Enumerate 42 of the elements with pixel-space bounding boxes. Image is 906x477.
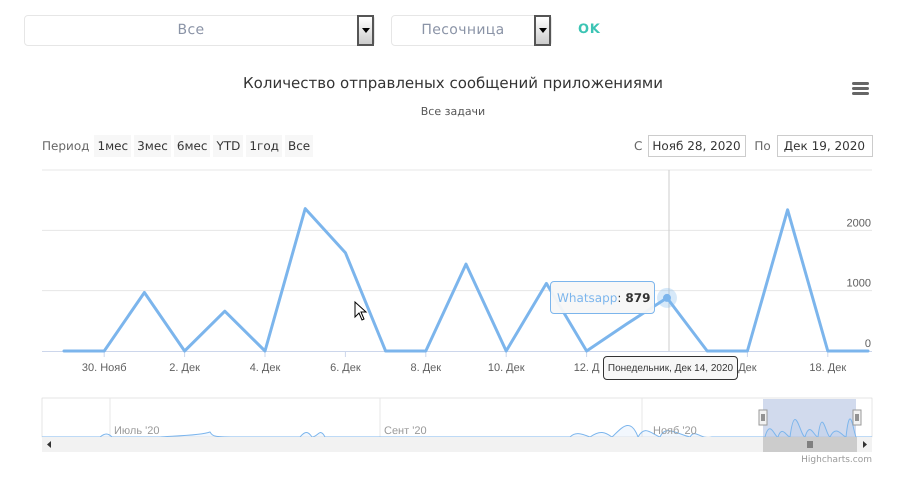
- dropdown-value: Все: [176, 20, 206, 40]
- date-tooltip: Понедельник, Дек 14, 2020: [603, 356, 738, 380]
- axis-label: 4. Дек: [250, 362, 280, 374]
- range-button[interactable]: 1мес: [94, 135, 132, 157]
- navigator-label: Сент '20: [384, 425, 427, 437]
- axis-label: 10. Дек: [488, 362, 525, 374]
- date-input[interactable]: Нояб 28, 2020: [648, 135, 746, 157]
- menu-icon[interactable]: [852, 82, 869, 95]
- separator: :: [617, 290, 622, 306]
- tooltip-value: 879: [625, 290, 650, 306]
- dropdown-value: Песочница: [420, 20, 506, 40]
- grip-icon: [808, 440, 812, 448]
- to-label: По: [754, 138, 771, 155]
- scrollbar-thumb[interactable]: [763, 437, 857, 452]
- axis-label: 30. Нояб: [82, 362, 127, 374]
- axis-label: Дек: [738, 362, 757, 374]
- series-name: Whatsapp: [557, 290, 618, 306]
- hover-point-marker: [657, 288, 677, 308]
- axis-label: 6. Дек: [330, 362, 361, 374]
- navigator-handle[interactable]: [852, 410, 862, 426]
- range-button[interactable]: 3мес: [134, 135, 171, 157]
- scroll-left-icon[interactable]: [47, 441, 51, 448]
- range-button[interactable]: Все: [284, 135, 314, 157]
- axis-label: 12. Д: [574, 362, 600, 374]
- range-button[interactable]: 1год: [246, 135, 282, 157]
- from-label: С: [634, 138, 642, 155]
- axis-label: 8. Дек: [410, 362, 442, 374]
- axis-label: 2. Дек: [169, 362, 200, 374]
- period-label: Период: [42, 138, 90, 155]
- chart-subtitle: Все задачи: [420, 104, 486, 120]
- range-button[interactable]: 6мес: [174, 135, 210, 157]
- axis-label: 18. Дек: [809, 362, 846, 374]
- axis-label: 2000: [846, 217, 871, 230]
- navigator-handle[interactable]: [758, 410, 768, 426]
- cursor-icon: [354, 300, 368, 321]
- date-input[interactable]: Дек 19, 2020: [776, 135, 873, 157]
- navigator-label: Июль '20: [114, 425, 160, 437]
- scroll-right-icon[interactable]: [863, 441, 867, 448]
- chart-title: Количество отправленых сообщений приложениями: [243, 73, 663, 94]
- axis-label: 1000: [846, 278, 871, 290]
- axis-label: 0: [864, 338, 871, 350]
- range-button[interactable]: YTD: [213, 135, 244, 157]
